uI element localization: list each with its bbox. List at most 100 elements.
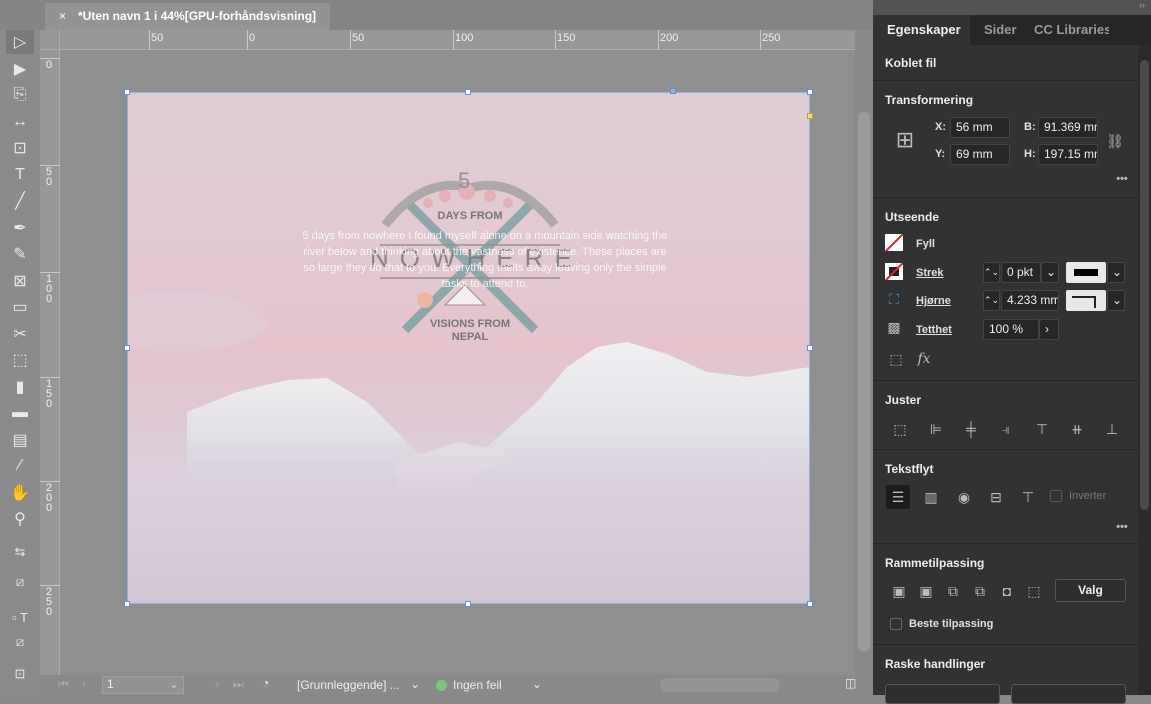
fit-content-proportionally-icon[interactable]: ▣ bbox=[915, 581, 937, 601]
panel-collapse-bar[interactable]: ›› bbox=[873, 0, 1151, 15]
page-tool-icon[interactable]: ⎘ bbox=[6, 83, 34, 107]
chevron-down-icon[interactable]: ⌄ bbox=[1107, 262, 1125, 283]
corner-shape-dropdown[interactable] bbox=[1066, 290, 1106, 311]
selection-tool-icon[interactable]: ▷ bbox=[6, 30, 34, 54]
horizontal-scrollbar-thumb[interactable] bbox=[660, 678, 780, 692]
note-tool-icon[interactable]: ▤ bbox=[6, 428, 34, 452]
align-vertical-center-icon[interactable]: ⧺ bbox=[1066, 419, 1088, 439]
close-tab-icon[interactable]: × bbox=[59, 9, 66, 23]
pencil-tool-icon[interactable]: ✎ bbox=[6, 242, 34, 266]
y-field[interactable]: 69 mm bbox=[950, 144, 1010, 165]
resize-handle[interactable] bbox=[807, 345, 813, 351]
resize-handle[interactable] bbox=[465, 601, 471, 607]
gradient-swatch-tool-icon[interactable]: ▮ bbox=[6, 375, 34, 399]
align-horizontal-center-icon[interactable]: ╪ bbox=[960, 419, 982, 439]
jump-to-next-column-icon[interactable]: ⊤ bbox=[1016, 485, 1040, 509]
center-content-icon[interactable]: ◘ bbox=[996, 581, 1018, 601]
scissors-tool-icon[interactable]: ✂ bbox=[6, 322, 34, 346]
screen-mode-icon[interactable]: ⊡ bbox=[6, 662, 34, 686]
constrain-proportions-icon[interactable]: ⛓ bbox=[1105, 131, 1125, 151]
document-tab[interactable]: × *Uten navn 1 i 44%[GPU-forhåndsvisning] bbox=[45, 3, 330, 30]
last-page-icon[interactable]: ⏭ bbox=[233, 677, 244, 692]
corner-label[interactable]: Hjørne bbox=[916, 295, 951, 307]
reference-point-icon[interactable]: ⊞ bbox=[890, 125, 920, 155]
gradient-feather-tool-icon[interactable]: ▬ bbox=[6, 401, 34, 425]
stroke-stepper[interactable]: ⌃⌄ bbox=[983, 262, 1000, 283]
align-top-icon[interactable]: ⊤ bbox=[1031, 419, 1053, 439]
wrap-object-shape-icon[interactable]: ◉ bbox=[952, 485, 976, 509]
corner-size-field[interactable]: 4.233 mm bbox=[1001, 290, 1059, 311]
resize-handle[interactable] bbox=[807, 89, 813, 95]
next-page-icon[interactable]: › bbox=[215, 677, 219, 691]
resize-handle[interactable] bbox=[807, 601, 813, 607]
invert-checkbox[interactable] bbox=[1050, 490, 1062, 502]
content-grabber-handle[interactable] bbox=[670, 88, 676, 94]
best-fit-checkbox[interactable] bbox=[890, 618, 902, 630]
quick-action-button[interactable] bbox=[1011, 684, 1126, 704]
chevron-down-icon[interactable]: ⌄ bbox=[532, 677, 542, 691]
more-options-icon[interactable]: ••• bbox=[1111, 521, 1133, 533]
chevron-down-icon[interactable]: ⌄ bbox=[410, 677, 420, 691]
hand-tool-icon[interactable]: ✋ bbox=[6, 481, 34, 505]
ruler-origin[interactable] bbox=[40, 30, 60, 50]
fill-stroke-swatch-icon[interactable]: ⧄ bbox=[6, 570, 34, 594]
fill-swatch-icon[interactable] bbox=[885, 234, 903, 251]
resize-handle[interactable] bbox=[124, 89, 130, 95]
vertical-ruler[interactable]: 0 5 0 1 0 0 1 5 0 2 0 0 2 5 0 bbox=[40, 50, 60, 675]
fit-frame-to-content-icon[interactable]: ⧉ bbox=[942, 581, 964, 601]
tab-pages[interactable]: Sider bbox=[984, 15, 1017, 45]
eyedropper-tool-icon[interactable]: ⁄ bbox=[6, 454, 34, 478]
free-transform-tool-icon[interactable]: ⬚ bbox=[6, 348, 34, 372]
wrap-bounding-box-icon[interactable]: ▥ bbox=[919, 485, 943, 509]
corner-stepper[interactable]: ⌃⌄ bbox=[983, 290, 1000, 311]
height-field[interactable]: 197.15 mm bbox=[1038, 144, 1098, 165]
apply-none-icon[interactable]: ⧄ bbox=[6, 630, 34, 654]
align-bottom-icon[interactable]: ⊥ bbox=[1101, 419, 1123, 439]
formatting-container-icon[interactable]: ▫ T bbox=[6, 605, 34, 629]
preflight-icon[interactable]: ◔ bbox=[262, 676, 269, 690]
width-field[interactable]: 91.369 mm bbox=[1038, 117, 1098, 138]
type-tool-icon[interactable]: T bbox=[6, 163, 34, 187]
opacity-label[interactable]: Tetthet bbox=[916, 324, 952, 336]
gap-tool-icon[interactable]: ↔ bbox=[6, 110, 34, 134]
swap-fill-stroke-icon[interactable]: ⇆ bbox=[6, 540, 34, 564]
stroke-type-dropdown[interactable] bbox=[1066, 262, 1106, 283]
first-page-icon[interactable]: ⏮ bbox=[58, 677, 69, 692]
rectangle-tool-icon[interactable]: ▭ bbox=[6, 295, 34, 319]
stroke-label[interactable]: Strek bbox=[916, 267, 944, 279]
prev-page-icon[interactable]: ‹ bbox=[82, 677, 86, 691]
opacity-field[interactable]: 100 % bbox=[983, 319, 1039, 340]
chevron-right-icon[interactable]: › bbox=[1039, 319, 1059, 340]
chevron-down-icon[interactable]: ⌄ bbox=[1107, 290, 1125, 311]
x-field[interactable]: 56 mm bbox=[950, 117, 1010, 138]
split-view-icon[interactable]: ◫ bbox=[845, 676, 856, 690]
jump-object-icon[interactable]: ⊟ bbox=[984, 485, 1008, 509]
resize-handle[interactable] bbox=[124, 345, 130, 351]
line-tool-icon[interactable]: ╱ bbox=[6, 189, 34, 213]
more-options-icon[interactable]: ••• bbox=[1111, 173, 1133, 185]
preflight-errors[interactable]: Ingen feil bbox=[453, 678, 502, 692]
stroke-swatch-icon[interactable] bbox=[885, 263, 903, 280]
pen-tool-icon[interactable]: ✒ bbox=[6, 216, 34, 240]
fit-content-to-frame-icon[interactable]: ⧉ bbox=[969, 581, 991, 601]
zoom-tool-icon[interactable]: ⚲ bbox=[6, 507, 34, 531]
preflight-profile[interactable]: [Grunnleggende] ... bbox=[297, 678, 400, 692]
vertical-scrollbar-thumb[interactable] bbox=[858, 112, 870, 652]
stroke-weight-field[interactable]: 0 pkt bbox=[1001, 262, 1041, 283]
fill-label[interactable]: Fyll bbox=[916, 238, 935, 250]
horizontal-ruler[interactable]: 50 0 50 100 150 200 250 bbox=[40, 30, 855, 50]
tab-properties[interactable]: Egenskaper bbox=[873, 15, 970, 45]
align-to-selection-icon[interactable]: ⬚ bbox=[889, 419, 911, 439]
quick-action-button[interactable] bbox=[885, 684, 1000, 704]
content-aware-fit-icon[interactable]: ⬚ bbox=[1023, 581, 1045, 601]
resize-handle[interactable] bbox=[124, 601, 130, 607]
rectangle-frame-tool-icon[interactable]: ⊠ bbox=[6, 269, 34, 293]
direct-selection-tool-icon[interactable]: ▶ bbox=[6, 57, 34, 81]
align-left-icon[interactable]: ⊫ bbox=[925, 419, 947, 439]
page-number-field[interactable]: 1 ⌄ bbox=[102, 676, 184, 694]
live-corners-handle[interactable] bbox=[807, 113, 813, 119]
fitting-options-button[interactable]: Valg bbox=[1055, 579, 1126, 602]
corner-options-icon[interactable]: ⛶ bbox=[885, 291, 903, 308]
align-right-icon[interactable]: ⫣ bbox=[995, 419, 1017, 439]
resize-handle[interactable] bbox=[465, 89, 471, 95]
